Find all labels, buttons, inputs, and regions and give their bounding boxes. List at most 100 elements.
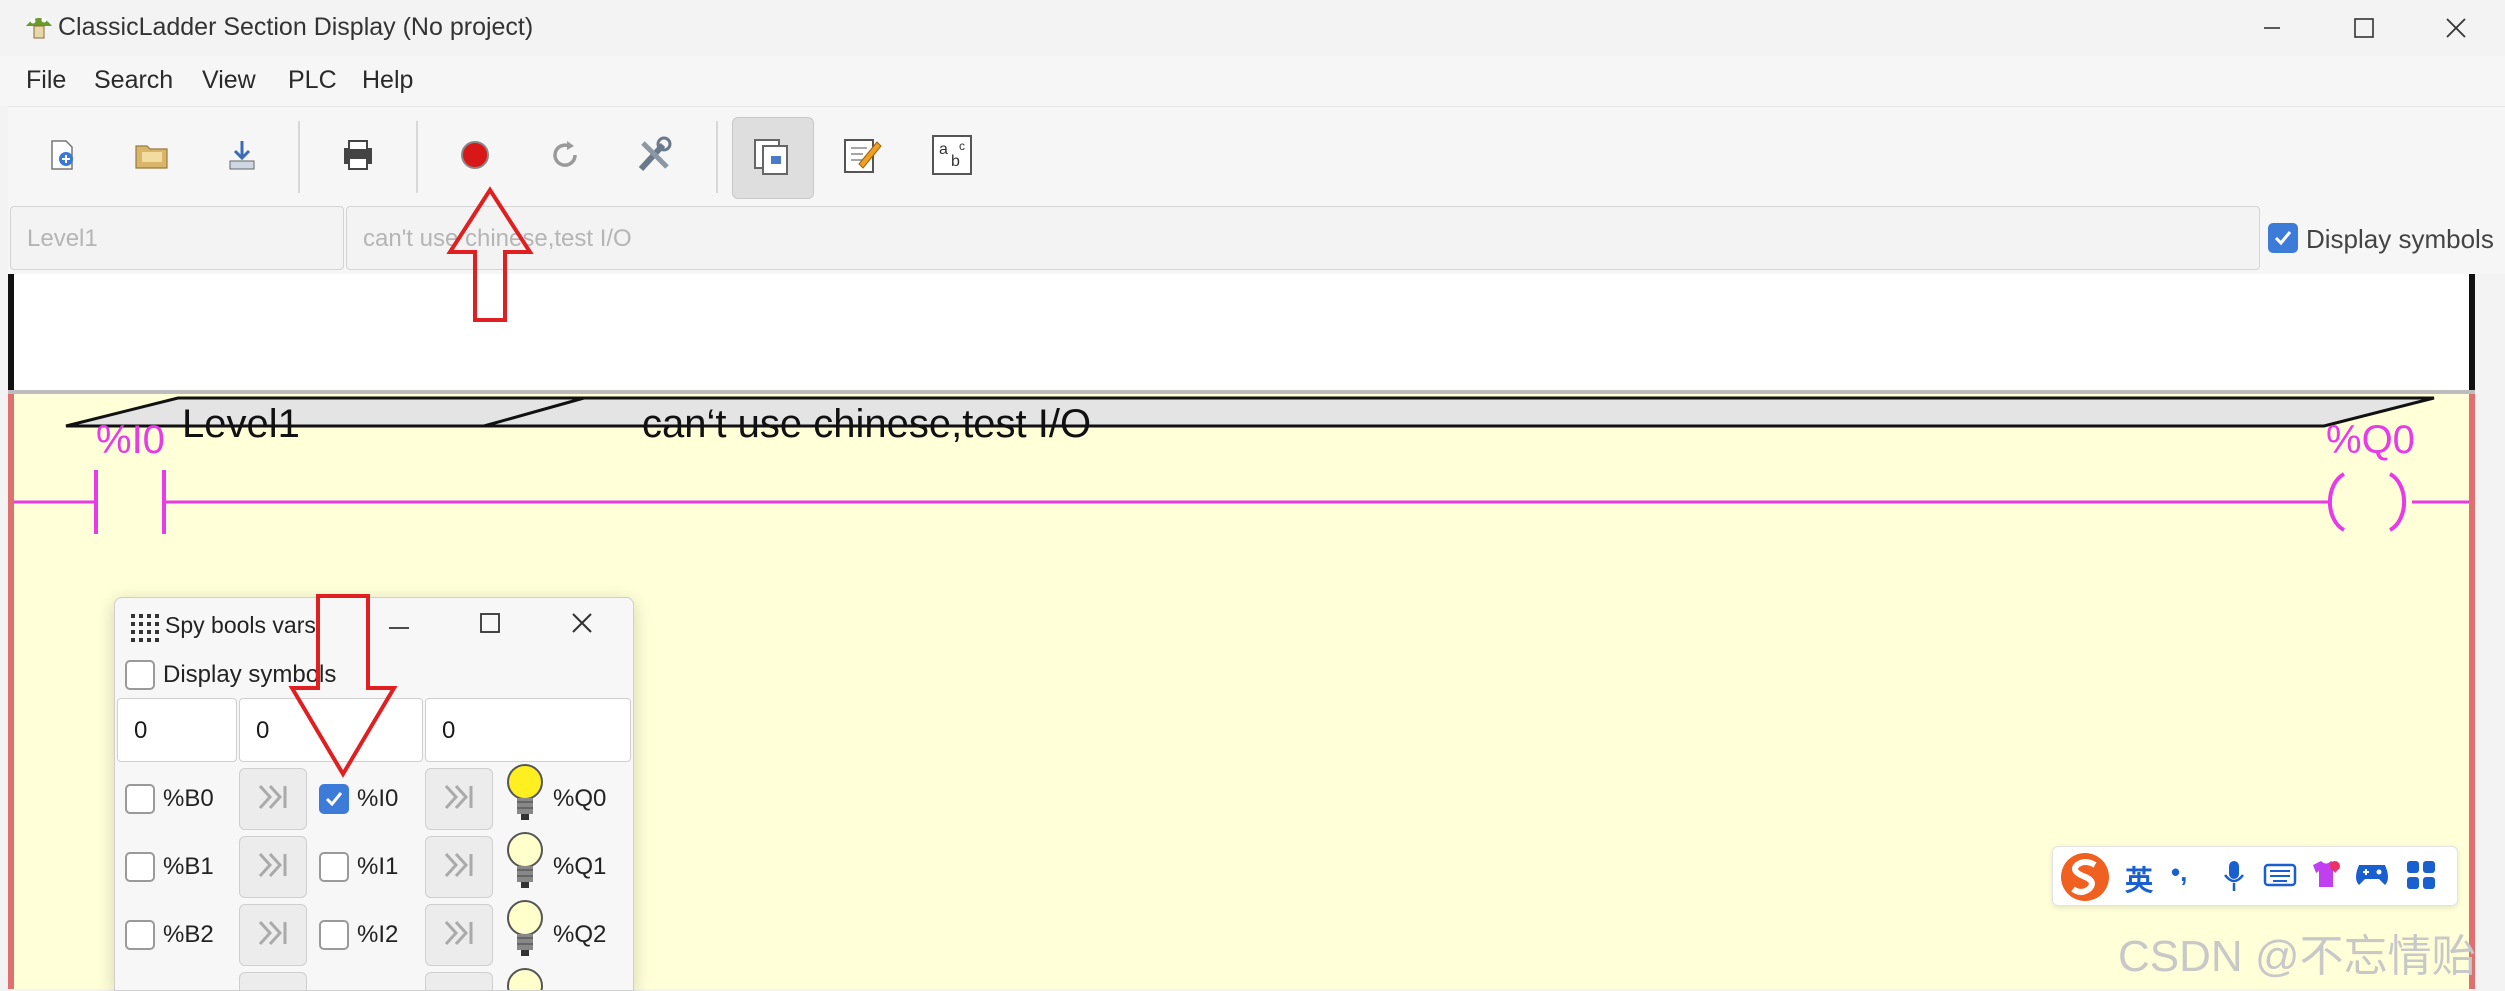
skin-shirt-icon[interactable] <box>2309 857 2343 896</box>
sections-window-icon <box>751 134 795 183</box>
spy-display-symbols-checkbox[interactable] <box>125 660 155 690</box>
output-label: %Q2 <box>553 921 607 948</box>
lamp-on-icon <box>505 762 545 833</box>
window-title: ClassicLadder Section Display (No projec… <box>58 13 534 41</box>
ladder-canvas-top <box>8 274 2475 392</box>
input-checkbox[interactable] <box>319 920 349 950</box>
microphone-icon[interactable] <box>2221 859 2247 898</box>
spy-maximize-button[interactable] <box>479 612 501 639</box>
force-arrow-icon <box>442 782 476 817</box>
rung-header-row: Level1 can't use chinese,test I/O Displa… <box>8 206 2505 274</box>
menu-help[interactable]: Help <box>362 66 413 95</box>
new-icon <box>44 137 80 178</box>
lamp-off-icon <box>505 966 545 990</box>
input-label: %I1 <box>357 853 399 880</box>
bit-label: %B0 <box>163 785 214 812</box>
gamepad-icon[interactable] <box>2353 859 2391 894</box>
force-arrow-icon <box>256 850 290 885</box>
annotation-arrow-down <box>288 594 398 778</box>
keyboard-icon[interactable] <box>2263 861 2297 894</box>
print-icon <box>340 138 376 177</box>
coil-left-arc <box>2327 472 2346 532</box>
toolbar: abc <box>8 106 2505 207</box>
menu-search[interactable]: Search <box>94 66 173 95</box>
download-icon <box>225 137 259 178</box>
title-bar: ClassicLadder Section Display (No projec… <box>0 0 2505 56</box>
outputs-offset-input[interactable]: 0 <box>425 698 631 762</box>
menu-view[interactable]: View <box>202 66 256 95</box>
rung-header-box <box>65 396 2435 428</box>
annotation-arrow-up <box>446 186 534 322</box>
toolbar-separator <box>298 121 300 193</box>
lamp-off-icon <box>505 830 545 901</box>
force-arrow-icon <box>442 850 476 885</box>
display-symbols-checkbox[interactable] <box>2268 223 2298 253</box>
force-button[interactable] <box>425 836 493 898</box>
watermark: CSDN @不忘情贻 <box>2118 932 2476 981</box>
bit-label: %B2 <box>163 921 214 948</box>
force-button[interactable] <box>425 972 493 990</box>
app-icon <box>22 12 56 42</box>
ime-punct[interactable]: •, <box>2171 857 2187 888</box>
force-button[interactable] <box>425 904 493 966</box>
symbols-button[interactable]: abc <box>912 117 992 197</box>
input-checkbox[interactable] <box>319 852 349 882</box>
input-checkbox[interactable] <box>319 784 349 814</box>
save-button[interactable] <box>202 117 282 197</box>
force-button[interactable] <box>239 904 307 966</box>
print-button[interactable] <box>318 117 398 197</box>
force-button[interactable] <box>425 768 493 830</box>
input-label: %I2 <box>357 921 399 948</box>
output-label: %Q1 <box>553 853 607 880</box>
display-symbols-label: Display symbols <box>2306 224 2494 254</box>
force-button[interactable] <box>239 972 307 990</box>
refresh-icon <box>547 137 583 178</box>
output-label: %Q0 <box>553 785 607 812</box>
grip-icon <box>129 612 159 647</box>
new-button[interactable] <box>22 117 102 197</box>
toolbar-separator <box>416 121 418 193</box>
open-button[interactable] <box>112 117 192 197</box>
sections-button[interactable] <box>732 117 814 199</box>
bit-label: %B1 <box>163 853 214 880</box>
svg-text:a: a <box>939 141 948 158</box>
ime-toolbar[interactable]: 英 •, <box>2052 846 2458 906</box>
toolbar-separator <box>716 121 718 193</box>
lamp-off-icon <box>505 898 545 969</box>
force-button[interactable] <box>239 836 307 898</box>
editor-button[interactable] <box>822 117 902 197</box>
coil-right-arc <box>2388 472 2407 532</box>
label-input[interactable]: Level1 <box>10 206 344 270</box>
close-button[interactable] <box>2426 8 2486 48</box>
force-arrow-icon <box>256 918 290 953</box>
bit-checkbox[interactable] <box>125 784 155 814</box>
record-icon <box>458 138 492 177</box>
rung-comment: can‘t use chinese,test I/O <box>642 402 1092 446</box>
spy-close-button[interactable] <box>571 612 593 639</box>
svg-text:c: c <box>959 139 965 153</box>
edit-pencil-icon <box>841 134 883 181</box>
run-stop-button[interactable] <box>435 117 515 197</box>
bit-checkbox[interactable] <box>125 852 155 882</box>
menu-file[interactable]: File <box>26 66 66 95</box>
comment-input[interactable]: can't use chinese,test I/O <box>346 206 2260 270</box>
minimize-button[interactable] <box>2242 8 2302 48</box>
bit-checkbox[interactable] <box>125 920 155 950</box>
open-folder-icon <box>133 138 171 177</box>
bits-offset-input[interactable]: 0 <box>117 698 237 762</box>
menu-bar: File Search View PLC Help <box>0 56 2505 106</box>
maximize-button[interactable] <box>2334 8 2394 48</box>
config-button[interactable] <box>615 117 695 197</box>
rung-label: Level1 <box>182 402 300 446</box>
symbols-abc-icon: abc <box>931 134 973 181</box>
tools-icon <box>633 133 677 182</box>
svg-text:b: b <box>951 153 960 170</box>
force-arrow-icon <box>442 918 476 953</box>
reset-button[interactable] <box>525 117 605 197</box>
input-label: %I0 <box>357 785 399 812</box>
force-arrow-icon <box>256 782 290 817</box>
ime-lang[interactable]: 英 <box>2125 859 2153 899</box>
coil-label: %Q0 <box>2326 418 2415 462</box>
menu-plc[interactable]: PLC <box>288 66 337 95</box>
grid-apps-icon[interactable] <box>2405 859 2437 896</box>
